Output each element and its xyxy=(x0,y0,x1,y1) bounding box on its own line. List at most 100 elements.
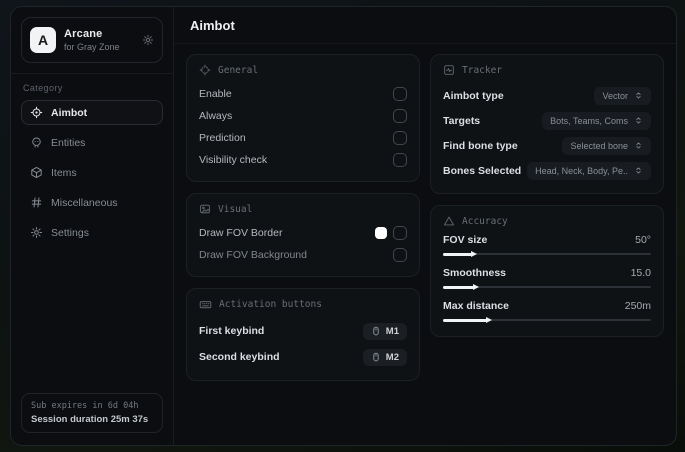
cube-icon xyxy=(30,166,43,179)
app-window: A Arcane for Gray Zone Category Aimbot E… xyxy=(10,6,677,446)
sidebar-item-settings[interactable]: Settings xyxy=(21,220,163,245)
setting-label: Max distance xyxy=(443,300,509,312)
skull-icon xyxy=(30,136,43,149)
sub-expires-text: Sub expires in 6d 04h xyxy=(31,401,139,411)
brand-card: A Arcane for Gray Zone xyxy=(21,17,163,63)
gear-icon xyxy=(30,226,43,239)
accuracy-card: Accuracy FOV size 50° Smoothness 15.0 Ma… xyxy=(430,205,664,337)
setting-row: Bones Selected Head, Neck, Body, Pe.. xyxy=(443,158,651,183)
section-title: General xyxy=(218,64,259,76)
select-value: Head, Neck, Body, Pe.. xyxy=(535,165,628,176)
setting-row: Aimbot type Vector xyxy=(443,83,651,108)
activation-card: Activation buttons First keybind M1 Seco… xyxy=(186,288,420,381)
setting-label: Draw FOV Background xyxy=(199,249,307,261)
keyboard-icon xyxy=(199,298,212,311)
setting-label: Find bone type xyxy=(443,139,518,152)
setting-value: 50° xyxy=(635,234,651,246)
setting-label: Targets xyxy=(443,114,481,127)
setting-label: Enable xyxy=(199,88,232,100)
prediction-checkbox[interactable] xyxy=(393,131,407,145)
image-icon xyxy=(199,203,211,215)
setting-label: Aimbot type xyxy=(443,89,504,102)
slider-setting: Smoothness 15.0 xyxy=(443,267,651,291)
app-logo: A xyxy=(30,27,56,53)
setting-label: Smoothness xyxy=(443,267,507,279)
setting-row: First keybind M1 xyxy=(199,318,407,344)
setting-label: Prediction xyxy=(199,132,246,144)
setting-value: 15.0 xyxy=(630,267,651,279)
setting-row: Find bone type Selected bone xyxy=(443,133,651,158)
setting-label: Visibility check xyxy=(199,154,268,166)
brand-name: Arcane xyxy=(64,28,103,40)
draw-fov-border-checkbox[interactable] xyxy=(393,226,407,240)
fov-size-slider[interactable] xyxy=(443,250,651,258)
crosshair-icon xyxy=(30,106,43,119)
setting-label: Bones Selected xyxy=(443,164,522,177)
smoothness-slider[interactable] xyxy=(443,283,651,291)
visibility-check-checkbox[interactable] xyxy=(393,153,407,167)
sidebar-item-items[interactable]: Items xyxy=(21,160,163,185)
section-title: Activation buttons xyxy=(219,299,322,310)
setting-row: Enable xyxy=(199,83,407,105)
sidebar: A Arcane for Gray Zone Category Aimbot E… xyxy=(11,7,174,445)
setting-label: Always xyxy=(199,110,233,122)
slider-setting: Max distance 250m xyxy=(443,300,651,324)
enable-checkbox[interactable] xyxy=(393,87,407,101)
sidebar-item-entities[interactable]: Entities xyxy=(21,130,163,155)
crosshair-icon xyxy=(199,64,211,76)
sidebar-item-aimbot[interactable]: Aimbot xyxy=(21,100,163,125)
slider-setting: FOV size 50° xyxy=(443,234,651,258)
select-value: Vector xyxy=(602,90,628,101)
category-label: Category xyxy=(23,83,63,93)
triangle-icon xyxy=(443,215,455,227)
sidebar-item-label: Settings xyxy=(51,226,89,239)
sidebar-item-label: Miscellaneous xyxy=(51,196,118,209)
content: General Enable Always Prediction Visibil… xyxy=(174,44,676,402)
mouse-icon xyxy=(371,326,381,336)
keybind-value: M2 xyxy=(385,351,399,363)
sidebar-item-label: Items xyxy=(51,166,77,179)
fov-border-color-swatch[interactable] xyxy=(375,227,387,239)
unfold-icon xyxy=(634,141,643,150)
page-title: Aimbot xyxy=(174,7,676,44)
gear-icon[interactable] xyxy=(142,34,154,46)
find-bone-type-select[interactable]: Selected bone xyxy=(562,136,651,155)
subscription-info: Sub expires in 6d 04h Session duration 2… xyxy=(21,393,163,433)
draw-fov-background-checkbox[interactable] xyxy=(393,248,407,262)
activity-icon xyxy=(443,64,455,76)
hash-icon xyxy=(30,196,43,209)
keybind-value: M1 xyxy=(385,325,399,337)
setting-row: Second keybind M2 xyxy=(199,344,407,370)
sidebar-item-label: Entities xyxy=(51,136,86,149)
setting-row: Always xyxy=(199,105,407,127)
section-title: Visual xyxy=(218,203,253,215)
always-checkbox[interactable] xyxy=(393,109,407,123)
setting-row: Visibility check xyxy=(199,149,407,171)
setting-row: Prediction xyxy=(199,127,407,149)
visual-card: Visual Draw FOV Border Draw FOV Backgrou… xyxy=(186,193,420,277)
setting-label: First keybind xyxy=(199,325,265,337)
session-duration-text: Session duration 25m 37s xyxy=(31,414,149,425)
setting-label: Second keybind xyxy=(199,351,280,363)
setting-label: FOV size xyxy=(443,234,488,246)
section-title: Tracker xyxy=(462,64,503,76)
second-keybind-button[interactable]: M2 xyxy=(362,348,407,366)
brand-subtitle: for Gray Zone xyxy=(64,42,120,52)
tracker-card: Tracker Aimbot type Vector Targets Bots,… xyxy=(430,54,664,194)
setting-label: Draw FOV Border xyxy=(199,227,283,239)
main-panel: Aimbot General Enable Always Prediction … xyxy=(174,7,676,445)
targets-select[interactable]: Bots, Teams, Coms xyxy=(542,111,651,130)
right-column: Tracker Aimbot type Vector Targets Bots,… xyxy=(430,54,664,392)
unfold-icon xyxy=(634,91,643,100)
max-distance-slider[interactable] xyxy=(443,316,651,324)
general-card: General Enable Always Prediction Visibil… xyxy=(186,54,420,182)
aimbot-type-select[interactable]: Vector xyxy=(594,86,651,105)
first-keybind-button[interactable]: M1 xyxy=(362,322,407,340)
bones-selected-select[interactable]: Head, Neck, Body, Pe.. xyxy=(527,161,651,180)
sidebar-item-miscellaneous[interactable]: Miscellaneous xyxy=(21,190,163,215)
sidebar-nav: Aimbot Entities Items Miscellaneous Sett… xyxy=(21,100,163,250)
unfold-icon xyxy=(634,116,643,125)
setting-row: Draw FOV Border xyxy=(199,222,407,244)
left-column: General Enable Always Prediction Visibil… xyxy=(186,54,420,392)
setting-value: 250m xyxy=(624,300,651,312)
